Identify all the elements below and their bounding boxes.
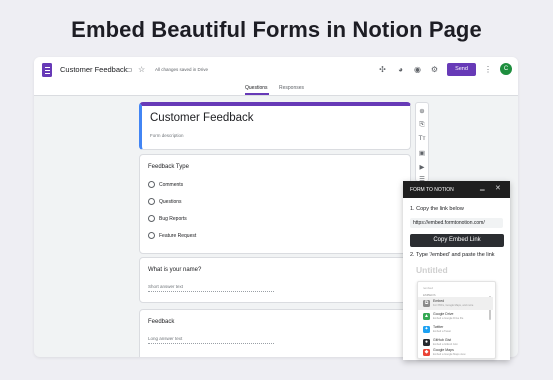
form-title-card[interactable]: Customer Feedback Form description (139, 102, 411, 150)
radio-icon[interactable] (148, 232, 155, 239)
folder-icon[interactable]: ▭ (125, 65, 133, 74)
radio-icon[interactable] (148, 215, 155, 222)
tab-questions[interactable]: Questions (245, 85, 268, 91)
active-tab-indicator (245, 93, 269, 95)
top-bar: Customer Feedback ▭ ☆ All changes saved … (34, 57, 518, 83)
option-label: Bug Reports (159, 216, 187, 222)
short-answer-placeholder: Short answer text (148, 284, 274, 292)
embed-item-description: For PDFs, Google Maps, and more (433, 304, 474, 307)
star-icon[interactable]: ☆ (138, 65, 145, 74)
embed-item-name: GitHub Gist (433, 338, 452, 342)
notion-embed-menu-preview: /embed EMBEDS ⧉ Embed For PDFs, Google M… (417, 281, 496, 359)
google-drive-icon: ▲ (423, 313, 430, 320)
twitter-icon: ✦ (423, 326, 430, 333)
question-title[interactable]: What is your name? (148, 267, 201, 273)
embed-link-field[interactable]: https://embed.formtonotion.com/ (410, 218, 503, 228)
option-label: Comments (159, 182, 184, 188)
step-one-text: 1. Copy the link below (410, 206, 464, 212)
google-forms-logo-icon (42, 63, 52, 77)
embed-menu-item: ◆ Google Maps Embed a Google Maps view (418, 346, 493, 357)
panel-title: FORM TO NOTION (410, 187, 454, 193)
question-card[interactable]: Feedback Type Comments Questions Bug Rep… (139, 154, 411, 254)
github-icon: ● (423, 339, 430, 346)
avatar[interactable]: C (500, 63, 512, 75)
form-to-notion-panel: FORM TO NOTION ▁ ✕ 1. Copy the link belo… (403, 181, 510, 360)
question-card[interactable]: What is your name? Short answer text (139, 257, 411, 303)
tabs-bar: Questions Responses (34, 83, 518, 96)
copy-embed-link-button[interactable]: Copy Embed Link (410, 234, 504, 247)
embed-item-description: Embed a Tweet (433, 330, 451, 333)
send-button[interactable]: Send (447, 63, 476, 76)
addon-icon[interactable]: ✣ (377, 64, 388, 75)
embed-menu-item: ⧉ Embed For PDFs, Google Maps, and more (418, 297, 493, 310)
embed-item-description: Embed a Google Maps view (433, 353, 466, 356)
panel-header: FORM TO NOTION ▁ ✕ (403, 181, 510, 198)
embed-item-description: Embed a Google Drive file (433, 317, 464, 320)
embed-item-name: Embed (433, 299, 445, 303)
more-icon[interactable]: ⋮ (484, 64, 492, 75)
radio-icon[interactable] (148, 198, 155, 205)
video-icon[interactable]: ▶ (416, 163, 428, 171)
tab-responses[interactable]: Responses (279, 85, 304, 91)
question-card[interactable]: Feedback Long answer text (139, 309, 411, 357)
embed-item-name: Google Maps (433, 348, 454, 352)
notion-page-title: Untitled (416, 265, 448, 275)
embed-item-name: Twitter (433, 325, 444, 329)
radio-icon[interactable] (148, 181, 155, 188)
add-question-icon[interactable]: ⊕ (416, 107, 428, 115)
palette-icon[interactable]: ◕ (395, 64, 406, 75)
image-icon[interactable]: ▣ (416, 149, 428, 157)
embed-item-name: Google Drive (433, 312, 454, 316)
embed-menu-item: ▲ Google Drive Embed a Google Drive file (418, 310, 493, 323)
form-title[interactable]: Customer Feedback (150, 112, 254, 124)
question-title[interactable]: Feedback (148, 319, 174, 325)
form-description[interactable]: Form description (150, 133, 184, 138)
document-title[interactable]: Customer Feedback (60, 65, 128, 74)
option-label: Feature Request (159, 233, 197, 239)
page-headline: Embed Beautiful Forms in Notion Page (71, 17, 482, 42)
google-maps-icon: ◆ (423, 349, 430, 356)
option-label: Questions (159, 199, 182, 205)
question-title[interactable]: Feedback Type (148, 164, 189, 170)
eye-icon[interactable]: ◉ (412, 64, 423, 75)
title-icon[interactable]: Tт (416, 135, 428, 142)
save-status: All changes saved in Drive (155, 67, 209, 72)
step-two-text: 2. Type '/embed' and paste the link (410, 252, 495, 258)
embed-menu-item: ✦ Twitter Embed a Tweet (418, 323, 493, 336)
long-answer-placeholder: Long answer text (148, 336, 274, 344)
embed-icon: ⧉ (423, 300, 430, 307)
close-icon[interactable]: ✕ (495, 184, 501, 192)
side-toolbar: ⊕ ⎘ Tт ▣ ▶ ☰ (415, 102, 429, 183)
import-icon[interactable]: ⎘ (416, 121, 428, 129)
minimize-icon[interactable]: ▁ (480, 184, 485, 191)
settings-icon[interactable]: ⚙ (429, 64, 440, 75)
embed-command-text: /embed (423, 286, 434, 290)
